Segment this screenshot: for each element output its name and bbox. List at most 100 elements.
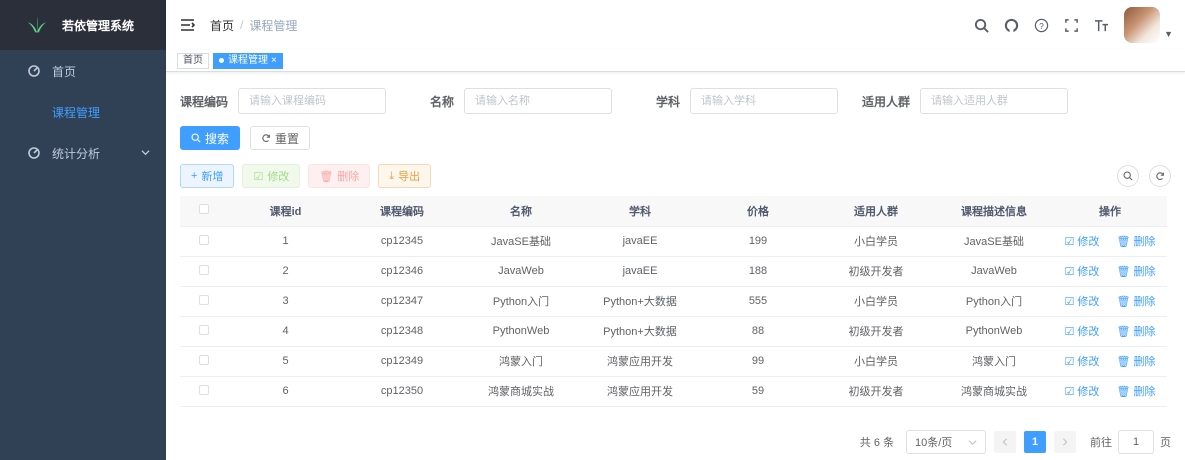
refresh-button[interactable] bbox=[1149, 165, 1171, 187]
cell-crowd: 小白学员 bbox=[817, 346, 935, 377]
breadcrumb-home[interactable]: 首页 bbox=[210, 17, 234, 34]
row-edit-label: 修改 bbox=[1077, 326, 1100, 338]
column-header: 学科 bbox=[581, 196, 699, 227]
table-row: 1 cp12345 JavaSE基础 javaEE 199 小白学员 JavaS… bbox=[180, 226, 1167, 257]
close-icon[interactable]: × bbox=[271, 54, 277, 68]
row-delete-button[interactable]: 🗑 删除 bbox=[1116, 326, 1155, 338]
page-size-select[interactable]: 10条/页 bbox=[906, 430, 986, 454]
name-input[interactable] bbox=[464, 88, 613, 114]
row-edit-label: 修改 bbox=[1077, 386, 1100, 398]
row-checkbox[interactable] bbox=[199, 384, 209, 395]
cell-price: 555 bbox=[699, 286, 817, 317]
font-size-icon[interactable] bbox=[1092, 16, 1110, 34]
cell-crowd: 小白学员 bbox=[817, 286, 935, 317]
search-icon bbox=[1123, 171, 1133, 181]
table-row: 2 cp12346 JavaWeb javaEE 188 初级开发者 JavaW… bbox=[180, 256, 1167, 287]
toggle-search-button[interactable] bbox=[1117, 165, 1139, 187]
sidebar-item-course-management[interactable]: 课程管理 bbox=[0, 92, 166, 132]
row-checkbox[interactable] bbox=[199, 324, 209, 335]
row-checkbox[interactable] bbox=[199, 264, 209, 275]
export-button[interactable]: ⤓ 导出 bbox=[378, 164, 432, 188]
row-edit-button[interactable]: ☑ 修改 bbox=[1064, 326, 1099, 338]
sidebar-item-statistics[interactable]: 统计分析 bbox=[0, 132, 166, 174]
cell-crowd: 初级开发者 bbox=[817, 316, 935, 347]
sidebar-item-home[interactable]: 首页 bbox=[0, 50, 166, 92]
goto-page-input[interactable] bbox=[1118, 430, 1154, 454]
logo-icon bbox=[27, 16, 47, 33]
active-dot bbox=[219, 58, 224, 63]
svg-text:?: ? bbox=[1039, 20, 1044, 30]
column-header: 价格 bbox=[699, 196, 817, 227]
export-button-label: 导出 bbox=[398, 171, 421, 183]
table-row: 6 cp12350 鸿蒙商城实战 鸿蒙应用开发 59 初级开发者 鸿蒙商城实战 … bbox=[180, 376, 1167, 407]
cell-actions: ☑ 修改 🗑 删除 bbox=[1053, 376, 1167, 407]
logo[interactable]: 若依管理系统 bbox=[0, 0, 166, 50]
checkbox-cell bbox=[180, 256, 228, 287]
crowd-input[interactable] bbox=[920, 88, 1069, 114]
cell-actions: ☑ 修改 🗑 删除 bbox=[1053, 316, 1167, 347]
column-header: 课程编码 bbox=[343, 196, 461, 227]
cell-name: 鸿蒙商城实战 bbox=[461, 376, 581, 407]
edit-icon: ☑ bbox=[1064, 386, 1078, 398]
trash-icon: 🗑 bbox=[1116, 236, 1134, 248]
cell-code: cp12348 bbox=[343, 316, 461, 347]
next-page-button[interactable] bbox=[1054, 431, 1076, 453]
cell-subject: 鸿蒙应用开发 bbox=[581, 346, 699, 377]
row-edit-button[interactable]: ☑ 修改 bbox=[1064, 266, 1099, 278]
search-icon[interactable] bbox=[972, 16, 990, 34]
delete-button[interactable]: 🗑 删除 bbox=[308, 164, 371, 188]
edit-icon: ☑ bbox=[253, 170, 264, 183]
sidebar-item-label: 课程管理 bbox=[52, 105, 101, 120]
question-icon[interactable]: ? bbox=[1032, 16, 1050, 34]
toolbar: + 新增 ☑ 修改 🗑 删除 ⤓ 导出 bbox=[180, 164, 1171, 188]
row-delete-button[interactable]: 🗑 删除 bbox=[1116, 386, 1155, 398]
course-table: 课程id 课程编码 名称 学科 价格 适用人群 课程描述信息 操作 1 cp12… bbox=[180, 196, 1167, 407]
row-delete-button[interactable]: 🗑 删除 bbox=[1116, 236, 1155, 248]
caret-down-icon[interactable]: ▼ bbox=[1164, 29, 1173, 39]
breadcrumb-current: 课程管理 bbox=[249, 18, 298, 33]
row-checkbox[interactable] bbox=[199, 234, 209, 245]
cell-desc: Python入门 bbox=[935, 286, 1053, 317]
search-icon bbox=[191, 133, 201, 143]
row-delete-button[interactable]: 🗑 删除 bbox=[1116, 296, 1155, 308]
cell-subject: javaEE bbox=[581, 226, 699, 257]
add-button[interactable]: + 新增 bbox=[180, 164, 235, 188]
row-edit-button[interactable]: ☑ 修改 bbox=[1064, 356, 1099, 368]
search-form: 课程编码 名称 学科 适用人群 bbox=[180, 88, 1171, 114]
tag-label: 首页 bbox=[183, 54, 203, 66]
cell-actions: ☑ 修改 🗑 删除 bbox=[1053, 346, 1167, 377]
cell-desc: PythonWeb bbox=[935, 316, 1053, 347]
hamburger-icon[interactable] bbox=[178, 15, 198, 35]
search-button[interactable]: 搜索 bbox=[180, 126, 241, 150]
page-number-button[interactable]: 1 bbox=[1024, 431, 1046, 453]
pagination-total: 共 6 条 bbox=[859, 437, 894, 449]
cell-id: 4 bbox=[228, 316, 343, 347]
row-delete-button[interactable]: 🗑 删除 bbox=[1116, 356, 1155, 368]
row-edit-button[interactable]: ☑ 修改 bbox=[1064, 296, 1099, 308]
prev-page-button[interactable] bbox=[994, 431, 1016, 453]
delete-button-label: 删除 bbox=[337, 171, 360, 183]
page-suffix: 页 bbox=[1160, 437, 1171, 449]
row-delete-label: 删除 bbox=[1133, 386, 1156, 398]
tag-label: 课程管理 bbox=[228, 54, 268, 66]
row-delete-label: 删除 bbox=[1133, 326, 1156, 338]
avatar[interactable] bbox=[1124, 7, 1161, 43]
row-edit-button[interactable]: ☑ 修改 bbox=[1064, 236, 1099, 248]
reset-button[interactable]: 重置 bbox=[250, 126, 311, 150]
plus-icon: + bbox=[191, 170, 198, 182]
refresh-icon bbox=[262, 134, 270, 142]
row-delete-button[interactable]: 🗑 删除 bbox=[1116, 266, 1155, 278]
subject-input[interactable] bbox=[690, 88, 839, 114]
course-code-input[interactable] bbox=[238, 88, 387, 114]
column-header: 名称 bbox=[461, 196, 581, 227]
checkbox-cell bbox=[180, 226, 228, 257]
row-checkbox[interactable] bbox=[199, 294, 209, 305]
github-icon[interactable] bbox=[1002, 16, 1020, 34]
tag-course-management[interactable]: 课程管理 × bbox=[213, 52, 283, 69]
tag-home[interactable]: 首页 bbox=[177, 52, 209, 69]
row-edit-button[interactable]: ☑ 修改 bbox=[1064, 386, 1099, 398]
fullscreen-icon[interactable] bbox=[1062, 16, 1080, 34]
select-all-checkbox[interactable] bbox=[199, 204, 209, 215]
row-checkbox[interactable] bbox=[199, 354, 209, 365]
edit-button[interactable]: ☑ 修改 bbox=[242, 164, 301, 188]
